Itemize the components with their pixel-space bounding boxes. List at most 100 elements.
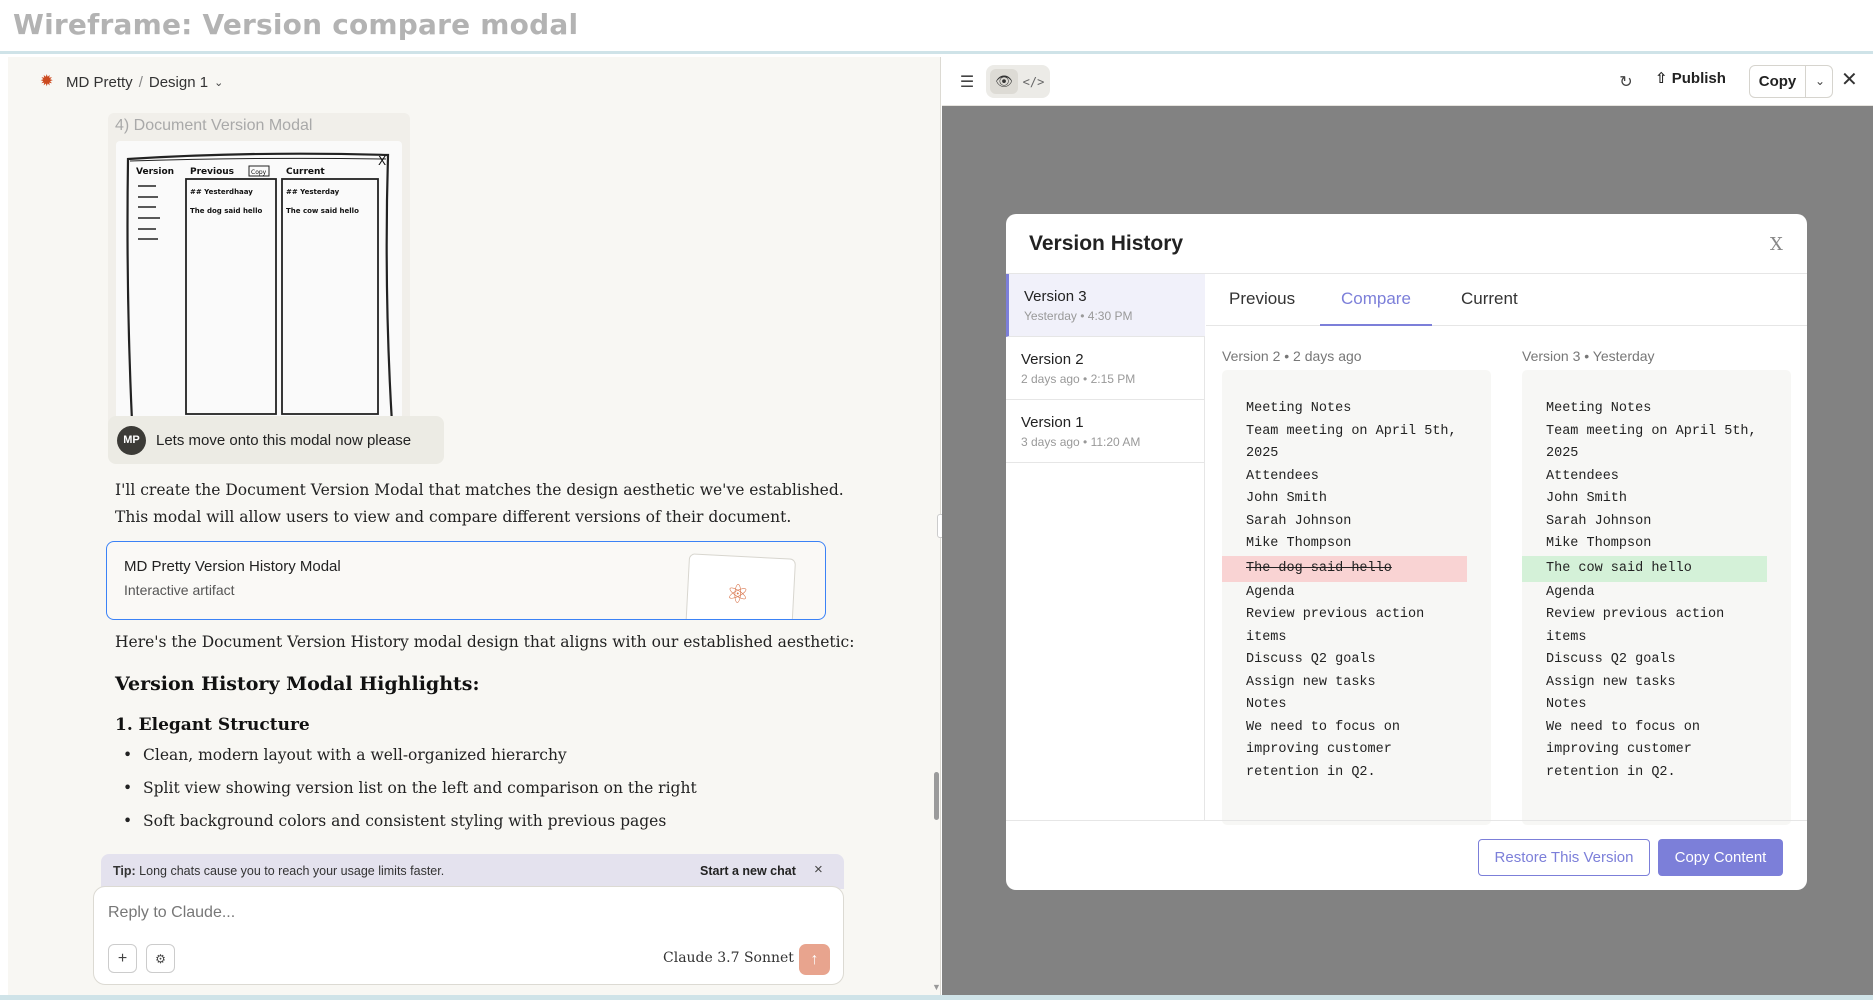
breadcrumb-project[interactable]: MD Pretty [66,74,133,91]
current-version-header: Version 3 • Yesterday [1522,348,1655,364]
publish-button[interactable]: ⇧ Publish [1655,69,1726,87]
content-line: Review previous action [1546,607,1725,622]
modal-title: Version History [1029,232,1184,255]
artifact-thumbnail: ⚛ [684,553,797,619]
close-panel-icon[interactable]: ✕ [1841,67,1858,92]
version-name: Version 1 [1021,414,1084,431]
close-tip-icon[interactable]: × [814,861,823,878]
assistant-summary: Here's the Document Version History moda… [115,633,855,651]
version-name: Version 2 [1021,351,1084,368]
modal-header: Version History X [1006,214,1807,274]
tab-current[interactable]: Current [1461,274,1518,326]
content-line: Team meeting on April 5th, [1546,423,1757,439]
version-item-2[interactable]: Version 2 2 days ago • 2:15 PM [1006,337,1205,400]
wireframe-title-bar: Wireframe: Version compare modal [0,0,1873,54]
content-line: We need to focus on [1546,719,1700,735]
refresh-icon[interactable]: ↻ [1613,69,1639,95]
content-line: Sarah Johnson [1546,513,1652,529]
scroll-down-arrow-icon[interactable]: ▼ [932,982,940,992]
user-message-text: Lets move onto this modal now please [156,431,412,449]
content-line: Discuss Q2 goals [1246,652,1376,667]
content-line: Mike Thompson [1246,536,1352,551]
react-atom-icon: ⚛ [725,578,751,610]
content-line: 2025 [1546,446,1579,461]
assistant-intro-line-1: I'll create the Document Version Modal t… [115,481,844,499]
content-line: 2025 [1246,446,1279,461]
modal-footer: Restore This Version Copy Content [1006,820,1807,890]
version-item-1[interactable]: Version 1 3 days ago • 11:20 AM [1006,400,1205,463]
copy-content-button[interactable]: Copy Content [1658,839,1783,876]
wireframe-sketch-drawing: Version Previous Copy Current X ## Yeste… [126,152,394,428]
content-line: Attendees [1546,468,1619,484]
modal-backdrop: Version History X Version 3 Yesterday • … [942,106,1873,1000]
content-line: Assign new tasks [1546,674,1676,690]
content-line: Discuss Q2 goals [1546,652,1676,667]
tab-compare[interactable]: Compare [1320,274,1432,326]
content-line: improving customer [1246,742,1392,757]
send-button[interactable]: ↑ [799,944,830,975]
usage-tip-banner: Tip: Long chats cause you to reach your … [101,854,844,889]
view-toggle[interactable]: 👁 </> [986,65,1050,98]
content-line: John Smith [1246,491,1328,506]
reply-input[interactable]: Reply to Claude... [108,904,235,922]
start-new-chat-link[interactable]: Start a new chat [700,864,796,878]
copy-button[interactable]: Copy [1750,66,1806,97]
list-item: Clean, modern layout with a well-organiz… [123,739,697,772]
sketch-cur-heading: ## Yesterday [286,188,340,196]
sketch-image-card[interactable]: 4) Document Version Modal Version Previo… [108,113,410,453]
content-line: improving customer [1546,742,1692,757]
content-line: Attendees [1246,468,1319,484]
version-date: 2 days ago • 2:15 PM [1021,372,1136,386]
chat-scrollbar[interactable] [934,772,939,820]
content-line: Sarah Johnson [1246,513,1352,529]
tip-label: Tip: [113,864,136,878]
chevron-down-icon[interactable]: ⌄ [1807,66,1833,97]
version-history-modal: Version History X Version 3 Yesterday • … [1006,214,1807,890]
artifact-title: MD Pretty Version History Modal [124,558,341,575]
chevron-down-icon[interactable]: ⌄ [214,76,223,89]
version-date: Yesterday • 4:30 PM [1024,309,1133,323]
content-line: items [1546,629,1587,645]
current-content-panel: Meeting Notes Team meeting on April 5th, 2… [1522,370,1791,825]
content-line: Agenda [1546,584,1595,600]
copy-button-group: Copy ⌄ [1749,65,1833,98]
model-selector-label: Claude 3.7 Sonnet [663,950,794,966]
content-line: retention in Q2. [1246,764,1376,780]
project-logo-icon: ✹ [40,73,54,90]
sketch-col-previous: Previous [190,167,234,177]
version-item-3[interactable]: Version 3 Yesterday • 4:30 PM [1006,274,1205,337]
tip-message: Long chats cause you to reach your usage… [139,864,445,878]
add-attachment-button[interactable]: + [108,944,137,973]
code-icon[interactable]: </> [1021,69,1046,94]
reply-composer[interactable]: Reply to Claude... + ⚙ Claude 3.7 Sonnet… [93,886,844,985]
arrow-up-icon: ↑ [810,950,819,968]
svg-text:X: X [378,154,386,168]
avatar: MP [117,425,146,455]
user-message: MP Lets move onto this modal now please [108,416,444,464]
content-line: Notes [1246,697,1287,712]
bottom-border [0,995,1873,1000]
content-line: items [1246,629,1287,645]
structure-subheading: 1. Elegant Structure [115,715,310,735]
restore-version-button[interactable]: Restore This Version [1478,839,1650,876]
previous-content-panel: Meeting Notes Team meeting on April 5th, 2… [1222,370,1491,825]
highlights-heading: Version History Modal Highlights: [115,673,480,695]
publish-label: Publish [1671,70,1726,87]
plus-icon: + [117,949,128,967]
modal-close-button[interactable]: X [1770,234,1783,255]
tab-previous[interactable]: Previous [1229,274,1295,326]
content-line: We need to focus on [1246,719,1400,735]
preview-eye-icon[interactable]: 👁 [990,69,1018,94]
tools-button[interactable]: ⚙ [146,944,175,973]
model-selector[interactable]: Claude 3.7 Sonnet ⌄ [663,950,807,966]
content-line: Agenda [1246,584,1295,600]
artifact-card[interactable]: MD Pretty Version History Modal Interact… [106,541,826,620]
version-name: Version 3 [1024,288,1087,305]
breadcrumb-doc[interactable]: Design 1 [149,74,208,91]
content-line: Team meeting on April 5th, [1246,423,1457,439]
breadcrumb: ✹ MD Pretty / Design 1 ⌄ [40,73,223,91]
assistant-intro-line-2: This modal will allow users to view and … [115,508,792,526]
list-icon[interactable]: ☰ [954,69,980,95]
added-line: The cow said hello [1522,555,1767,582]
sketch-cur-line: The cow said hello [286,207,359,215]
